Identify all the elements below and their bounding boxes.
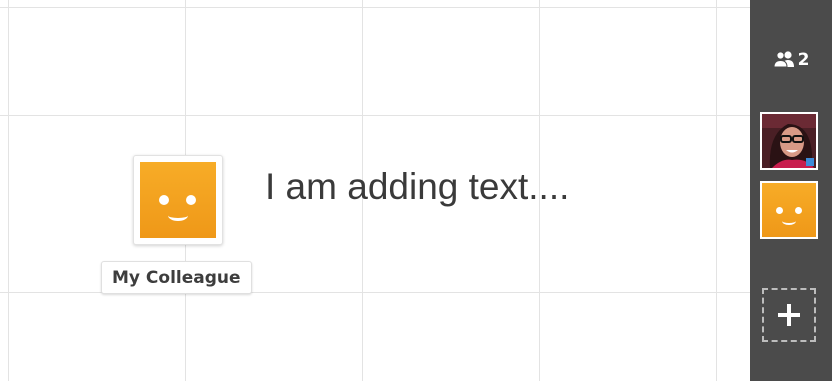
whiteboard-canvas[interactable]: My Colleague I am adding text.... [0,0,750,381]
collaborator-avatar [133,155,223,245]
add-participant-button[interactable] [762,288,816,342]
grid-line [8,0,9,381]
people-icon [773,51,794,68]
user-photo-avatar [762,114,816,168]
collaborator-name-tag: My Colleague [101,261,252,294]
board-text-item[interactable]: I am adding text.... [265,166,569,208]
participants-count[interactable]: 2 [750,43,832,77]
grid-line [0,7,750,8]
grid-line [716,0,717,381]
member-photo-avatar[interactable] [760,112,818,170]
participants-count-value: 2 [797,50,810,70]
smiley-face-icon [762,183,816,237]
whiteboard-app: My Colleague I am adding text.... 2 [0,0,832,381]
grid-line [0,115,750,116]
member-smiley-avatar[interactable] [760,181,818,239]
participants-sidebar: 2 [750,0,832,381]
smiley-face-icon [140,162,216,238]
plus-icon [778,304,800,326]
